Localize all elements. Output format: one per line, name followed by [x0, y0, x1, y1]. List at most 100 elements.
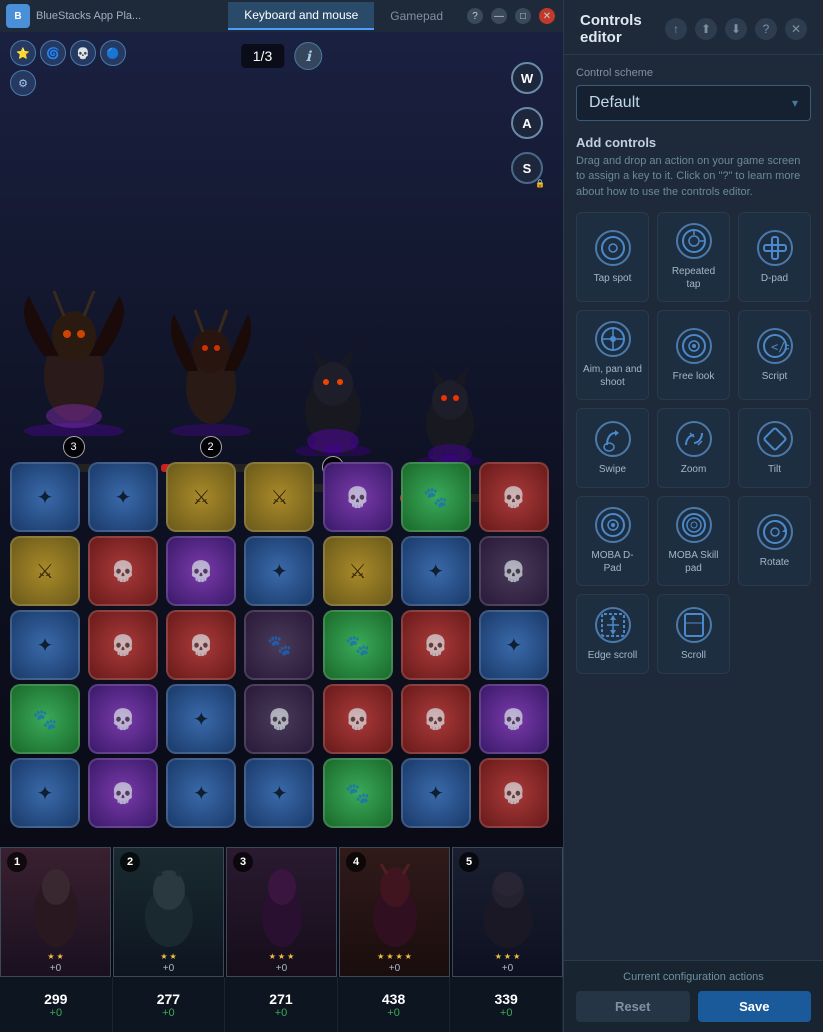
- gem-3-5[interactable]: 💀: [401, 684, 471, 754]
- player-icons: ⭐ 🌀 💀 🔵 ⚙: [10, 40, 130, 96]
- player-card-1[interactable]: 1 ★★ +0: [0, 847, 111, 977]
- gem-0-3[interactable]: ⚔: [244, 462, 314, 532]
- gem-1-6[interactable]: 💀: [479, 536, 549, 606]
- control-tap-spot[interactable]: Tap spot: [576, 212, 649, 302]
- panel-footer: Current configuration actions Reset Save: [564, 960, 823, 1032]
- gem-1-4[interactable]: ⚔: [323, 536, 393, 606]
- upload-icon[interactable]: ↑: [665, 18, 687, 40]
- control-moba-dpad[interactable]: + MOBA D-Pad: [576, 496, 649, 586]
- player-card-2[interactable]: 2 ★★ +0: [113, 847, 224, 977]
- gem-0-5[interactable]: 🐾: [401, 462, 471, 532]
- control-free-look-label: Free look: [673, 370, 715, 383]
- gem-0-1[interactable]: ✦: [88, 462, 158, 532]
- control-aim-pan-shoot[interactable]: Aim, pan and shoot: [576, 310, 649, 400]
- gem-2-0[interactable]: ✦: [10, 610, 80, 680]
- control-tilt[interactable]: Tilt: [738, 408, 811, 488]
- monster-2: 2: [156, 296, 266, 472]
- control-free-look[interactable]: Free look: [657, 310, 730, 400]
- player-avatar-4: [365, 862, 425, 952]
- gem-0-0[interactable]: ✦: [10, 462, 80, 532]
- control-moba-skillpad[interactable]: MOBA Skill pad: [657, 496, 730, 586]
- gem-4-3[interactable]: ✦: [244, 758, 314, 828]
- gem-4-5[interactable]: ✦: [401, 758, 471, 828]
- close-panel-icon[interactable]: ✕: [785, 18, 807, 40]
- gem-1-3[interactable]: ✦: [244, 536, 314, 606]
- control-script[interactable]: </> Script: [738, 310, 811, 400]
- info-button[interactable]: ℹ: [294, 42, 322, 70]
- control-edge-scroll[interactable]: Edge scroll: [576, 594, 649, 674]
- control-scroll[interactable]: Scroll: [657, 594, 730, 674]
- control-swipe[interactable]: Swipe: [576, 408, 649, 488]
- control-zoom[interactable]: Zoom: [657, 408, 730, 488]
- control-tap-spot-label: Tap spot: [594, 272, 632, 285]
- save-button[interactable]: Save: [698, 991, 812, 1022]
- player-row: 1 ★★ +0 2: [0, 847, 563, 977]
- control-dpad[interactable]: D-pad: [738, 212, 811, 302]
- gem-1-0[interactable]: ⚔: [10, 536, 80, 606]
- key-s-binding[interactable]: S 🔒: [511, 152, 543, 184]
- key-a-binding[interactable]: A: [511, 107, 543, 139]
- gem-2-1[interactable]: 💀: [88, 610, 158, 680]
- gem-1-2[interactable]: 💀: [166, 536, 236, 606]
- gem-3-1[interactable]: 💀: [88, 684, 158, 754]
- gem-3-2[interactable]: ✦: [166, 684, 236, 754]
- gem-2-3[interactable]: 🐾: [244, 610, 314, 680]
- gem-4-6[interactable]: 💀: [479, 758, 549, 828]
- player-stat-2: +0: [163, 963, 174, 976]
- gem-2-4[interactable]: 🐾: [323, 610, 393, 680]
- window-controls: ? — □ ✕: [459, 8, 563, 24]
- export-icon[interactable]: ⬆: [695, 18, 717, 40]
- gem-2-5[interactable]: 💀: [401, 610, 471, 680]
- gem-0-2[interactable]: ⚔: [166, 462, 236, 532]
- gem-4-4[interactable]: 🐾: [323, 758, 393, 828]
- gem-3-3[interactable]: 💀: [244, 684, 314, 754]
- control-rotate[interactable]: Rotate: [738, 496, 811, 586]
- control-grid: Tap spot Repeated tap: [576, 212, 811, 674]
- control-zoom-label: Zoom: [681, 463, 707, 476]
- gem-4-1[interactable]: 💀: [88, 758, 158, 828]
- close-button[interactable]: ✕: [539, 8, 555, 24]
- tab-keyboard[interactable]: Keyboard and mouse: [228, 2, 374, 30]
- tab-gamepad[interactable]: Gamepad: [374, 3, 459, 29]
- player-card-5[interactable]: 5 ★★★ +0: [452, 847, 563, 977]
- free-look-icon: [676, 328, 712, 364]
- aim-pan-shoot-icon: [595, 321, 631, 357]
- gem-1-5[interactable]: ✦: [401, 536, 471, 606]
- player-card-3[interactable]: 3 ★★★ +0: [226, 847, 337, 977]
- player-card-4[interactable]: 4 ★★★★ +0: [339, 847, 450, 977]
- gem-4-2[interactable]: ✦: [166, 758, 236, 828]
- key-w-binding[interactable]: W: [511, 62, 543, 94]
- control-repeated-tap[interactable]: Repeated tap: [657, 212, 730, 302]
- help-button[interactable]: ?: [467, 8, 483, 24]
- import-icon[interactable]: ⬇: [725, 18, 747, 40]
- gem-2-6[interactable]: ✦: [479, 610, 549, 680]
- wave-counter: 1/3: [241, 44, 284, 68]
- panel-title: Controls editor: [580, 12, 665, 46]
- gem-4-0[interactable]: ✦: [10, 758, 80, 828]
- scheme-label: Control scheme: [576, 67, 811, 79]
- reset-button[interactable]: Reset: [576, 991, 690, 1022]
- control-moba-skillpad-label: MOBA Skill pad: [664, 549, 723, 575]
- player-score-3: 271 +0: [225, 977, 338, 1032]
- chevron-down-icon: ▾: [792, 96, 798, 110]
- minimize-button[interactable]: —: [491, 8, 507, 24]
- moba-dpad-icon: +: [595, 507, 631, 543]
- gem-0-6[interactable]: 💀: [479, 462, 549, 532]
- gem-2-2[interactable]: 💀: [166, 610, 236, 680]
- moba-skillpad-icon: [676, 507, 712, 543]
- gem-1-1[interactable]: 💀: [88, 536, 158, 606]
- gem-0-4[interactable]: 💀: [323, 462, 393, 532]
- maximize-button[interactable]: □: [515, 8, 531, 24]
- gem-3-6[interactable]: 💀: [479, 684, 549, 754]
- gem-3-0[interactable]: 🐾: [10, 684, 80, 754]
- hud-top: 1/3 ℹ: [241, 42, 322, 70]
- control-tilt-label: Tilt: [768, 463, 781, 476]
- scheme-dropdown[interactable]: Default ▾: [576, 85, 811, 121]
- gem-3-4[interactable]: 💀: [323, 684, 393, 754]
- repeated-tap-icon: [676, 223, 712, 259]
- dpad-icon: [757, 230, 793, 266]
- monster-2-svg: [156, 296, 266, 436]
- player-stars-3: ★★★: [269, 952, 295, 963]
- controls-panel: Controls editor ↑ ⬆ ⬇ ? ✕ Control scheme…: [563, 0, 823, 1032]
- help-panel-icon[interactable]: ?: [755, 18, 777, 40]
